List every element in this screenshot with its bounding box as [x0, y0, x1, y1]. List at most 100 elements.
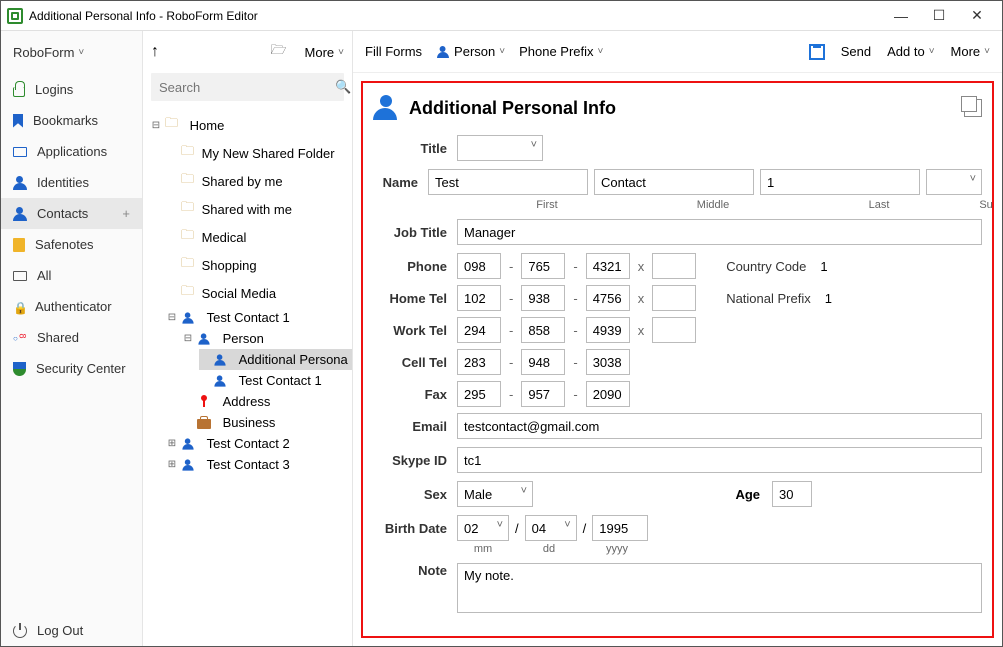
- close-button[interactable]: ✕: [970, 9, 984, 23]
- folder-open-icon[interactable]: 🗁: [270, 41, 286, 63]
- birth-dd[interactable]: 04: [525, 515, 577, 541]
- lock-icon: [13, 87, 25, 97]
- phone-prefix-dropdown[interactable]: Phone Prefix˅: [519, 44, 603, 59]
- power-icon: [13, 624, 27, 638]
- brand-label: RoboForm: [13, 45, 74, 60]
- up-arrow-icon[interactable]: ↑: [151, 43, 159, 61]
- logout-button[interactable]: Log Out: [1, 615, 142, 646]
- tree-folder[interactable]: 🗀 Shared with me: [167, 195, 352, 223]
- nav-shared[interactable]: Shared: [1, 322, 142, 353]
- tree-folder[interactable]: 🗀 My New Shared Folder: [167, 139, 352, 167]
- value-national-prefix: 1: [825, 291, 832, 306]
- worktel-1[interactable]: [457, 317, 501, 343]
- tree-home[interactable]: ⊟🗀 Home: [151, 111, 352, 139]
- tree-folder[interactable]: 🗀 Shared by me: [167, 167, 352, 195]
- sublabel-first: First: [467, 199, 627, 211]
- nav-label: Security Center: [36, 361, 126, 376]
- tree-folder[interactable]: 🗀 Medical: [167, 223, 352, 251]
- lockA-icon: [13, 300, 25, 314]
- save-icon[interactable]: [809, 44, 825, 60]
- age-input[interactable]: [772, 481, 812, 507]
- sex-select[interactable]: Male: [457, 481, 533, 507]
- copy-icon[interactable]: [964, 99, 982, 117]
- email-input[interactable]: [457, 413, 982, 439]
- fax-1[interactable]: [457, 381, 501, 407]
- label-skype: Skype ID: [373, 453, 457, 468]
- minimize-button[interactable]: —: [894, 9, 908, 23]
- worktel-2[interactable]: [521, 317, 565, 343]
- last-name-input[interactable]: [760, 169, 920, 195]
- fax-3[interactable]: [586, 381, 630, 407]
- skype-input[interactable]: [457, 447, 982, 473]
- suffix-select[interactable]: [926, 169, 982, 195]
- label-phone: Phone: [373, 259, 457, 274]
- first-name-input[interactable]: [428, 169, 588, 195]
- hometel-2[interactable]: [521, 285, 565, 311]
- middle-name-input[interactable]: [594, 169, 754, 195]
- sc-icon: [13, 362, 26, 376]
- hometel-1[interactable]: [457, 285, 501, 311]
- birth-mm[interactable]: 02: [457, 515, 509, 541]
- label-title: Title: [373, 141, 457, 156]
- label-celltel: Cell Tel: [373, 355, 457, 370]
- note-input[interactable]: My note.: [457, 563, 982, 613]
- celltel-1[interactable]: [457, 349, 501, 375]
- tree-business[interactable]: Business: [183, 412, 352, 433]
- tree-address[interactable]: Address: [183, 391, 352, 412]
- nav-label: Applications: [37, 144, 107, 159]
- nav-bookmarks[interactable]: Bookmarks: [1, 105, 142, 136]
- more-dropdown[interactable]: More˅: [951, 44, 990, 59]
- phone-2[interactable]: [521, 253, 565, 279]
- bookmark-icon: [13, 114, 23, 128]
- search-input[interactable]: [159, 80, 335, 95]
- label-national-prefix: National Prefix: [726, 291, 811, 306]
- tree-folder[interactable]: 🗀 Social Media: [167, 279, 352, 307]
- addto-dropdown[interactable]: Add to˅: [887, 44, 934, 59]
- fax-2[interactable]: [521, 381, 565, 407]
- tree-person[interactable]: ⊟ Person: [183, 328, 352, 349]
- nav-applications[interactable]: Applications: [1, 136, 142, 167]
- celltel-2[interactable]: [521, 349, 565, 375]
- tree-contact2[interactable]: ⊞ Test Contact 2: [167, 433, 352, 454]
- more-menu[interactable]: More: [305, 45, 335, 60]
- birth-yyyy[interactable]: [592, 515, 648, 541]
- form-heading: Additional Personal Info: [409, 98, 616, 119]
- hometel-ext[interactable]: [652, 285, 696, 311]
- brand-menu[interactable]: RoboForm ˅: [1, 31, 142, 74]
- nav-contacts[interactable]: Contacts+: [1, 198, 142, 229]
- sublabel-suffix: Suffix: [965, 199, 994, 211]
- maximize-button[interactable]: ☐: [932, 9, 946, 23]
- nav-logins[interactable]: Logins: [1, 74, 142, 105]
- noteY-icon: [13, 238, 25, 252]
- label-sex: Sex: [373, 487, 457, 502]
- title-select[interactable]: [457, 135, 543, 161]
- nav-label: Shared: [37, 330, 79, 345]
- fill-forms-button[interactable]: Fill Forms: [365, 44, 422, 59]
- phone-3[interactable]: [586, 253, 630, 279]
- phone-1[interactable]: [457, 253, 501, 279]
- phone-ext[interactable]: [652, 253, 696, 279]
- tree-testcontact1[interactable]: Test Contact 1: [199, 370, 352, 391]
- nav-safenotes[interactable]: Safenotes: [1, 229, 142, 260]
- celltel-3[interactable]: [586, 349, 630, 375]
- tree-folder[interactable]: 🗀 Shopping: [167, 251, 352, 279]
- nav-authenticator[interactable]: Authenticator: [1, 291, 142, 322]
- tree-additional-personal[interactable]: Additional Persona: [199, 349, 352, 370]
- nav-identities[interactable]: Identities: [1, 167, 142, 198]
- tree-contact[interactable]: ⊟ Test Contact 1: [167, 307, 352, 328]
- worktel-3[interactable]: [586, 317, 630, 343]
- hometel-3[interactable]: [586, 285, 630, 311]
- tree-contact3[interactable]: ⊞ Test Contact 3: [167, 454, 352, 475]
- pin-icon: [197, 395, 211, 409]
- search-icon[interactable]: 🔍: [335, 79, 351, 95]
- worktel-ext[interactable]: [652, 317, 696, 343]
- person-dropdown[interactable]: Person˅: [436, 44, 505, 59]
- plus-icon[interactable]: +: [122, 206, 130, 221]
- nav-security-center[interactable]: Security Center: [1, 353, 142, 384]
- jobtitle-input[interactable]: [457, 219, 982, 245]
- label-birth: Birth Date: [373, 521, 457, 536]
- search-box[interactable]: 🔍: [151, 73, 344, 101]
- nav-all[interactable]: All: [1, 260, 142, 291]
- window-title: Additional Personal Info - RoboForm Edit…: [29, 9, 258, 23]
- send-button[interactable]: Send: [841, 44, 871, 59]
